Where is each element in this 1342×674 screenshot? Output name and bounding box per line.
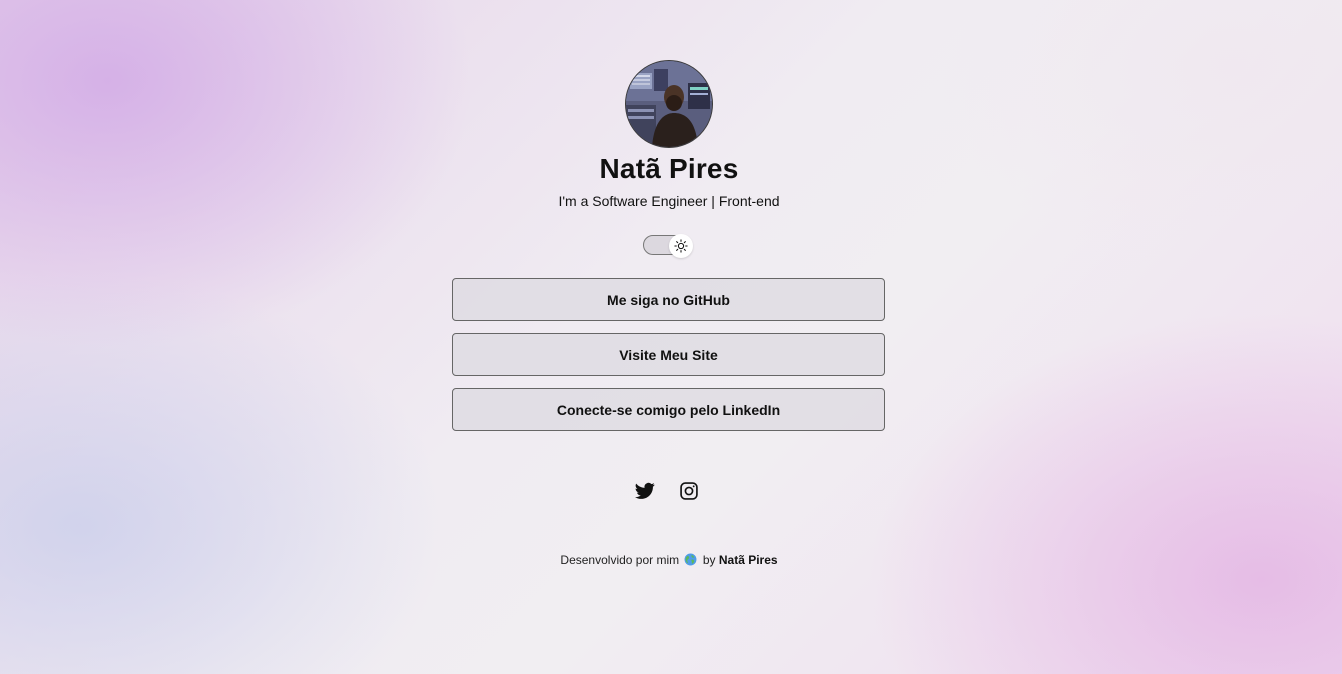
profile-subtitle: I'm a Software Engineer | Front-end (558, 193, 780, 209)
website-link-button[interactable]: Visite Meu Site (452, 333, 885, 376)
sun-icon (674, 239, 688, 253)
instagram-icon[interactable] (678, 480, 700, 502)
footer-by: by (702, 553, 716, 567)
twitter-icon[interactable] (634, 480, 656, 502)
social-links (634, 480, 714, 504)
footer: Desenvolvido por mim by Natã Pires (0, 551, 1338, 571)
github-link-button[interactable]: Me siga no GitHub (452, 278, 885, 321)
theme-toggle-knob (669, 234, 693, 258)
theme-toggle[interactable] (643, 234, 693, 258)
linkedin-link-button[interactable]: Conecte-se comigo pelo LinkedIn (452, 388, 885, 431)
avatar (625, 60, 713, 148)
footer-author-link[interactable]: Natã Pires (719, 553, 778, 567)
profile-header: Natã Pires I'm a Software Engineer | Fro… (0, 60, 1338, 210)
page: Natã Pires I'm a Software Engineer | Fro… (0, 0, 1342, 674)
globe-icon (684, 553, 697, 571)
profile-name: Natã Pires (599, 153, 739, 184)
link-list: Me siga no GitHub Visite Meu Site Conect… (452, 278, 885, 443)
footer-text: Desenvolvido por mim (560, 553, 680, 567)
